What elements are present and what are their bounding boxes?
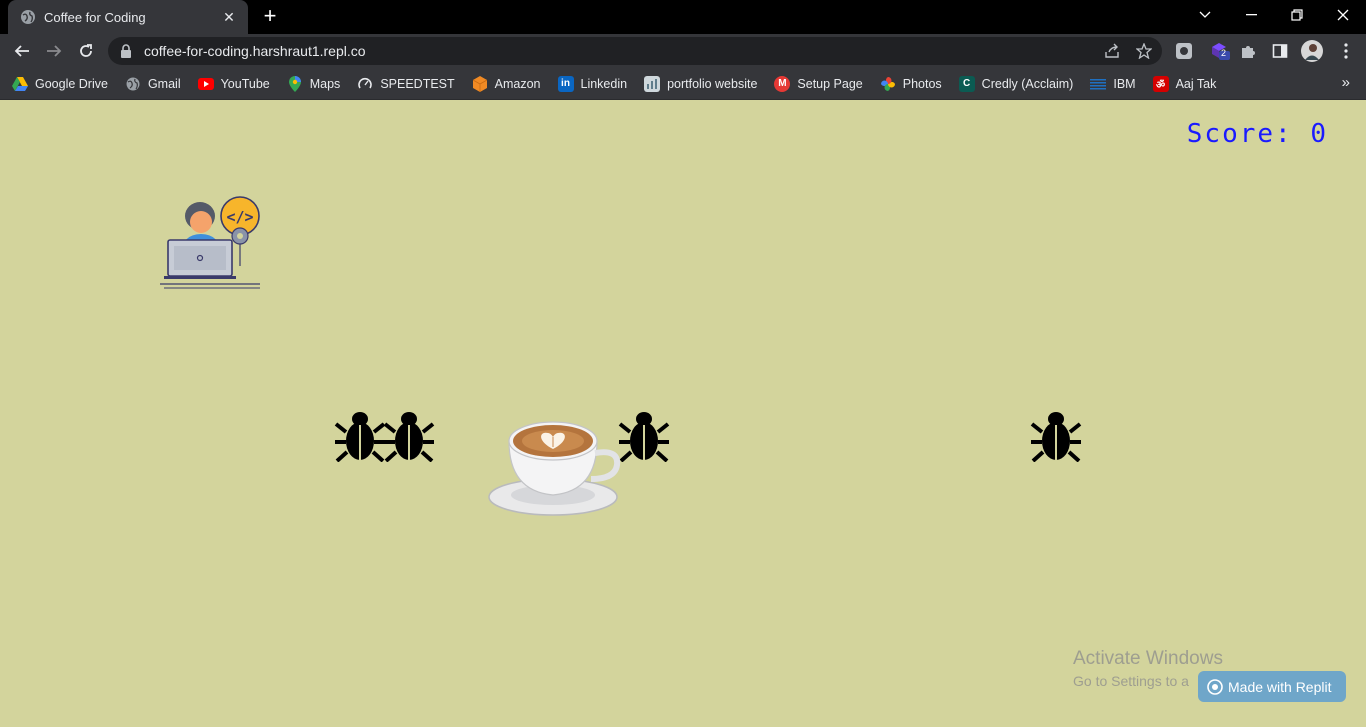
globe-icon [20,9,36,25]
menu-icon[interactable] [1336,41,1356,61]
close-icon[interactable]: ✕ [220,8,238,26]
svg-text:</>: </> [226,208,253,226]
new-tab-button[interactable]: + [258,5,282,29]
speedtest-icon [357,76,373,92]
avatar[interactable] [1300,39,1324,63]
made-with-replit-button[interactable]: Made with Replit [1198,671,1346,702]
browser-tab[interactable]: Coffee for Coding ✕ [8,0,248,34]
tab-search-icon[interactable] [1182,0,1228,30]
score-display: Score: 0 [1187,119,1328,149]
bug-icon [334,412,386,462]
side-panel-icon[interactable] [1270,41,1290,61]
game-canvas[interactable]: Score: 0 </> Activate Windows Go to Sett… [0,101,1366,727]
youtube-icon [197,76,214,92]
puzzle-icon[interactable] [1238,41,1258,61]
bookmark-amazon[interactable]: Amazon [472,70,541,98]
reload-icon[interactable] [72,37,100,65]
window-close-icon[interactable] [1320,0,1366,30]
setup-page-icon: M [774,75,791,92]
bookmarks-overflow-icon[interactable]: » [1342,74,1350,91]
bookmark-youtube[interactable]: YouTube [197,70,270,98]
back-icon[interactable] [8,37,36,65]
photos-icon [880,76,896,92]
bookmark-portfolio-website[interactable]: portfolio website [644,70,757,98]
bookmark-credly[interactable]: C Credly (Acclaim) [958,70,1073,98]
star-icon[interactable] [1134,41,1154,61]
bug-icon [1030,412,1082,462]
address-bar[interactable]: coffee-for-coding.harshraut1.repl.co [108,37,1162,65]
bookmark-google-drive[interactable]: Google Drive [12,70,108,98]
activate-title: Activate Windows [1073,648,1223,669]
lock-icon[interactable] [120,44,134,58]
bookmarks-bar: Google Drive Gmail YouTube Maps SPEEDTES… [0,68,1366,100]
portfolio-icon [644,75,661,92]
bug-icon [618,412,670,462]
bookmark-maps[interactable]: Maps [287,70,340,98]
score-label: Score: [1186,119,1293,149]
bug-icon [383,412,435,462]
extension-badge-icon[interactable]: 2 [1208,41,1232,61]
score-value: 0 [1310,119,1328,149]
url-text: coffee-for-coding.harshraut1.repl.co [144,43,366,59]
maps-icon [287,75,303,92]
bookmark-photos[interactable]: Photos [880,70,942,98]
forward-icon[interactable] [40,37,68,65]
extension-icon[interactable] [1174,41,1194,61]
replit-icon [1207,678,1223,695]
tab-title: Coffee for Coding [44,9,146,25]
browser-toolbar: coffee-for-coding.harshraut1.repl.co 2 [0,34,1366,68]
bookmark-speedtest[interactable]: SPEEDTEST [357,70,455,98]
amazon-icon [472,75,488,92]
credly-icon: C [958,75,975,92]
aaj-tak-icon: ॐ [1152,75,1169,92]
bookmark-linkedin[interactable]: in Linkedin [557,70,627,98]
coffee-cup-icon [488,421,621,516]
google-drive-icon [12,76,28,92]
browser-titlebar: Coffee for Coding ✕ + [0,0,1366,34]
bookmark-aaj-tak[interactable]: ॐ Aaj Tak [1152,70,1216,98]
bookmark-gmail[interactable]: Gmail [125,70,181,98]
coder-icon: </> [160,196,260,289]
replit-badge-label: Made with Replit [1228,678,1332,695]
restore-icon[interactable] [1274,0,1320,30]
globe-icon [125,76,141,92]
share-icon[interactable] [1102,41,1122,61]
extension-badge-count: 2 [1221,48,1227,58]
minimize-icon[interactable] [1228,0,1274,30]
ibm-icon [1090,76,1107,92]
linkedin-icon: in [557,75,574,92]
bookmark-ibm[interactable]: IBM [1090,70,1136,98]
bookmark-setup-page[interactable]: M Setup Page [774,70,863,98]
